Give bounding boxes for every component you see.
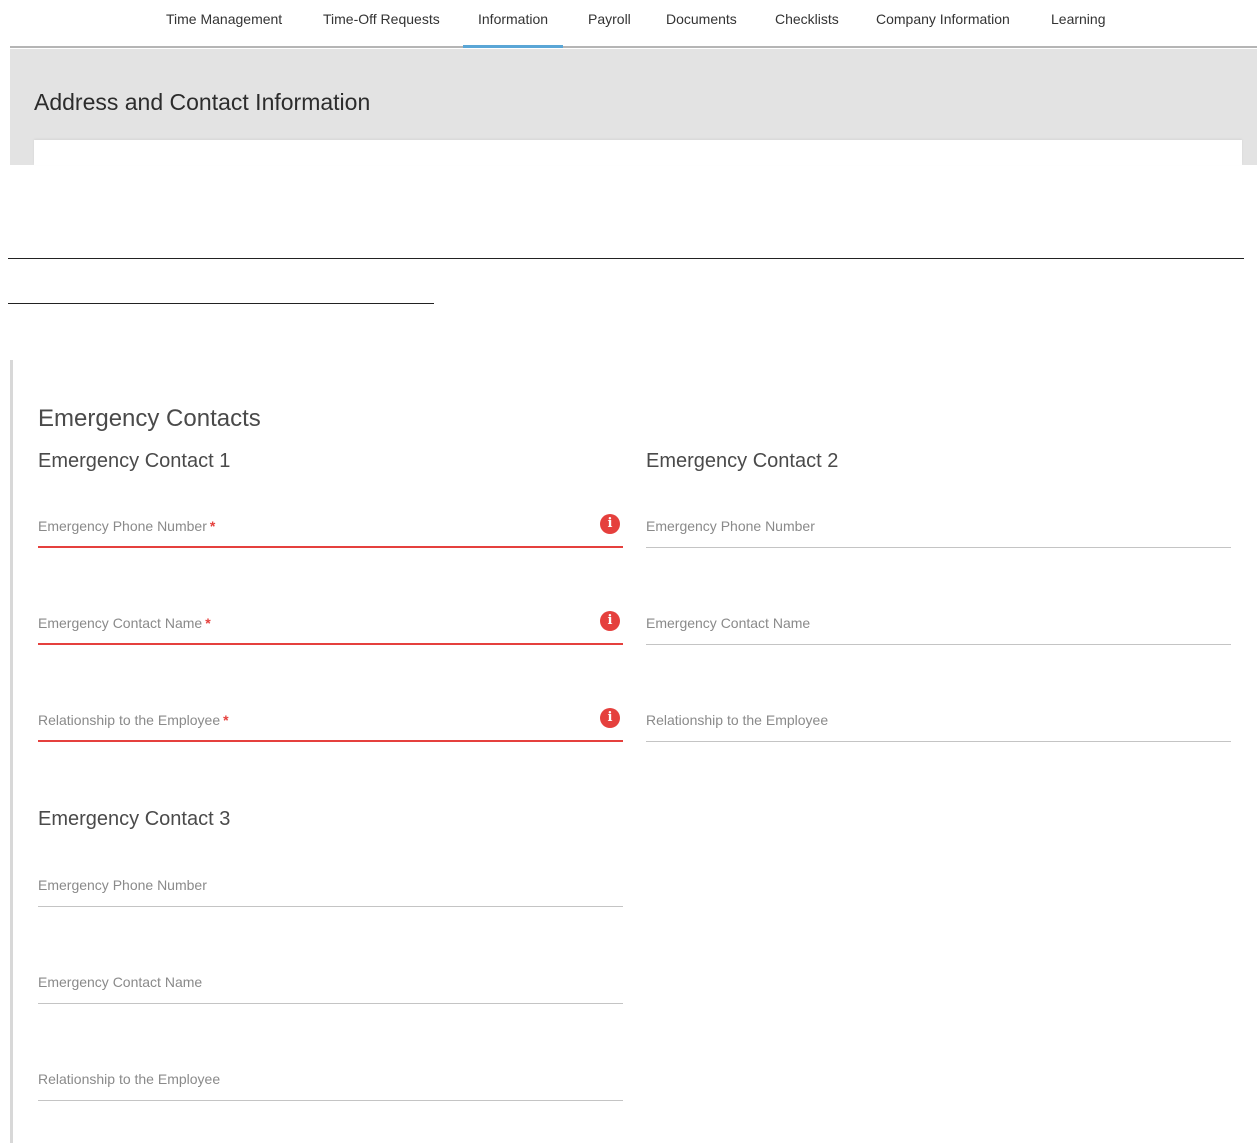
emergency-contact-2-title: Emergency Contact 2 — [646, 450, 839, 472]
contact-1-relationship-label: Relationship to the Employee * — [38, 712, 229, 728]
contact-3-phone-field[interactable]: Emergency Phone Number — [38, 871, 623, 907]
emergency-contacts-card — [10, 360, 1257, 1143]
error-icon: i — [600, 611, 620, 631]
contact-1-phone-label: Emergency Phone Number * — [38, 518, 215, 534]
required-asterisk: * — [223, 712, 229, 728]
tab-information[interactable]: Information — [462, 0, 564, 48]
tab-payroll[interactable]: Payroll — [588, 0, 631, 47]
contact-1-name-label-text: Emergency Contact Name — [38, 615, 203, 631]
address-section-header: Address and Contact Information — [10, 49, 1257, 165]
contact-3-name-label: Emergency Contact Name — [38, 974, 203, 990]
contact-3-relationship-label: Relationship to the Employee — [38, 1071, 221, 1087]
contact-2-name-field[interactable]: Emergency Contact Name — [646, 609, 1231, 645]
emergency-contact-3-title: Emergency Contact 3 — [38, 808, 231, 830]
contact-3-name-field[interactable]: Emergency Contact Name — [38, 968, 623, 1004]
contact-2-relationship-label: Relationship to the Employee — [646, 712, 829, 728]
contact-2-relationship-field[interactable]: Relationship to the Employee — [646, 706, 1231, 742]
address-section-title: Address and Contact Information — [34, 89, 371, 115]
tab-checklists[interactable]: Checklists — [775, 0, 839, 47]
contact-1-relationship-label-text: Relationship to the Employee — [38, 712, 221, 728]
required-asterisk: * — [209, 518, 216, 534]
address-card — [34, 140, 1242, 165]
emergency-contacts-title: Emergency Contacts — [38, 405, 261, 432]
contact-1-name-label: Emergency Contact Name * — [38, 615, 211, 631]
divider-line-short — [8, 303, 434, 304]
error-icon: i — [600, 514, 620, 534]
tab-company-information[interactable]: Company Information — [876, 0, 1010, 47]
contact-3-phone-label: Emergency Phone Number — [38, 877, 207, 893]
contact-3-relationship-field[interactable]: Relationship to the Employee — [38, 1065, 623, 1101]
contact-2-phone-field[interactable]: Emergency Phone Number — [646, 512, 1231, 548]
contact-1-relationship-field[interactable]: Relationship to the Employee * i — [38, 706, 623, 742]
contact-1-name-field[interactable]: Emergency Contact Name * i — [38, 609, 623, 645]
tab-learning[interactable]: Learning — [1051, 0, 1106, 47]
tab-time-management[interactable]: Time Management — [166, 0, 282, 47]
top-nav: Time Management Time-Off Requests Inform… — [10, 0, 1257, 48]
required-asterisk: * — [205, 615, 211, 631]
tab-time-off-requests[interactable]: Time-Off Requests — [323, 0, 440, 47]
divider-line — [8, 258, 1244, 259]
error-icon: i — [600, 708, 620, 728]
contact-1-phone-label-text: Emergency Phone Number — [38, 518, 207, 534]
tab-documents[interactable]: Documents — [666, 0, 737, 47]
contact-2-name-label: Emergency Contact Name — [646, 615, 811, 631]
contact-1-phone-field[interactable]: Emergency Phone Number * i — [38, 512, 623, 548]
emergency-contact-1-title: Emergency Contact 1 — [38, 450, 231, 472]
contact-2-phone-label: Emergency Phone Number — [646, 518, 815, 534]
